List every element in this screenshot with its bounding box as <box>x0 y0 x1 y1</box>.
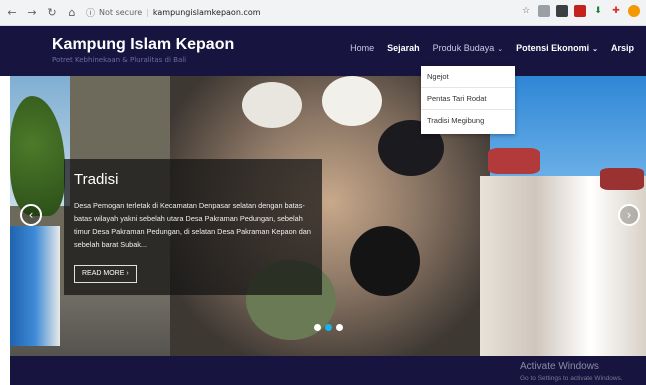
profile-icon[interactable] <box>628 5 640 17</box>
windows-activation-title: Activate Windows <box>520 361 599 372</box>
url-text: kampungislamkepaon.com <box>152 8 261 17</box>
slider-prev-button[interactable]: ‹ <box>20 204 42 226</box>
read-more-button[interactable]: READ MORE › <box>74 265 137 283</box>
star-icon[interactable]: ☆ <box>520 5 532 17</box>
hero-photo-offering <box>600 168 644 190</box>
dropdown-item-tradisi-megibung[interactable]: Tradisi Megibung <box>421 110 515 132</box>
slider-next-button[interactable]: › <box>618 204 640 226</box>
address-bar[interactable]: ⓘ Not secure | kampungislamkepaon.com <box>86 4 466 22</box>
extension-puzzle-icon[interactable]: ✚ <box>610 5 622 17</box>
dropdown-item-pentas-tari-rodat[interactable]: Pentas Tari Rodat <box>421 88 515 110</box>
reload-icon[interactable]: ↻ <box>44 5 60 21</box>
chevron-right-icon: › <box>126 270 129 277</box>
info-icon[interactable]: ⓘ <box>86 6 95 19</box>
slider-dots <box>314 324 343 331</box>
extension-bar: ☆ ⬇ ✚ <box>520 5 640 17</box>
extension-arrow-icon[interactable]: ⬇ <box>592 5 604 17</box>
home-icon[interactable]: ⌂ <box>64 5 80 21</box>
main-nav: Home Sejarah Produk Budaya ⌄ Potensi Ekon… <box>337 43 634 53</box>
slider-dot[interactable] <box>314 324 321 331</box>
chevron-left-icon: ‹ <box>28 208 34 222</box>
slide-title: Tradisi <box>74 171 119 188</box>
read-more-label: READ MORE <box>82 270 125 277</box>
hero-photo-cap <box>242 82 302 128</box>
nav-produk-budaya-label: Produk Budaya <box>432 43 495 53</box>
hero-photo-cap <box>322 76 382 126</box>
nav-home[interactable]: Home <box>350 43 374 53</box>
chevron-down-icon: ⌄ <box>592 46 598 53</box>
site-header: Kampung Islam Kepaon Potret Kebhinekaan … <box>0 26 646 76</box>
address-separator: | <box>146 8 149 17</box>
dropdown-item-ngejot[interactable]: Ngejot <box>421 66 515 88</box>
back-icon[interactable]: ← <box>4 5 20 21</box>
browser-toolbar: ← → ↻ ⌂ ⓘ Not secure | kampungislamkepao… <box>0 0 646 26</box>
hero-photo-cap <box>350 226 420 296</box>
security-label: Not secure <box>99 8 143 17</box>
nav-potensi-ekonomi-label: Potensi Ekonomi <box>516 43 590 53</box>
windows-activation-subtitle: Go to Settings to activate Windows. <box>520 375 623 382</box>
hero-photo-offering <box>488 148 540 174</box>
produk-budaya-dropdown: Ngejot Pentas Tari Rodat Tradisi Megibun… <box>421 66 515 134</box>
forward-icon[interactable]: → <box>24 5 40 21</box>
chevron-right-icon: › <box>626 208 632 222</box>
nav-arsip[interactable]: Arsip <box>611 43 634 53</box>
extension-red-icon[interactable] <box>574 5 586 17</box>
slide-caption: Tradisi Desa Pemogan terletak di Kecamat… <box>64 159 322 295</box>
slider-dot-active[interactable] <box>325 324 332 331</box>
site-tagline: Potret Kebhinekaan & Pluralitas di Bali <box>52 56 187 64</box>
nav-potensi-ekonomi[interactable]: Potensi Ekonomi ⌄ <box>516 43 598 53</box>
hero-slider: Tradisi Desa Pemogan terletak di Kecamat… <box>10 76 646 356</box>
nav-sejarah[interactable]: Sejarah <box>387 43 420 53</box>
site-title[interactable]: Kampung Islam Kepaon <box>52 36 234 54</box>
extension-grid-icon[interactable] <box>538 5 550 17</box>
hero-photo-people-left <box>10 226 60 346</box>
nav-produk-budaya[interactable]: Produk Budaya ⌄ <box>433 43 503 53</box>
extension-dark-icon[interactable] <box>556 5 568 17</box>
slide-text: Desa Pemogan terletak di Kecamatan Denpa… <box>74 201 311 249</box>
chevron-down-icon: ⌄ <box>497 46 504 53</box>
slider-dot[interactable] <box>336 324 343 331</box>
hero-photo-people-right <box>480 176 646 356</box>
